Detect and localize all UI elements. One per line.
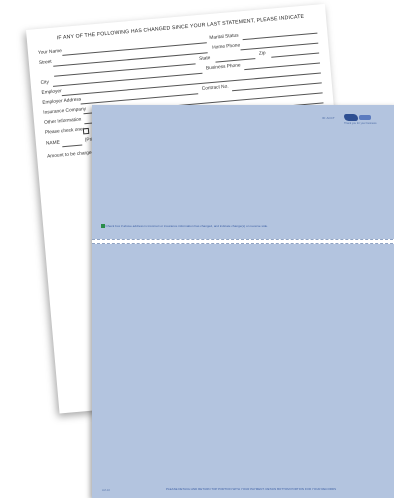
- product-image: IF ANY OF THE FOLLOWING HAS CHANGED SINC…: [0, 0, 394, 498]
- address-change-note: Check box if above address is incorrect …: [101, 224, 268, 228]
- checkbox: [82, 127, 90, 134]
- checkbox-icon: [101, 224, 105, 228]
- zip-label: Zip: [258, 51, 266, 57]
- form-code: LM-10: [102, 488, 110, 492]
- logo-mark-icon: [359, 115, 371, 120]
- statement-header: ID: ACCT Thank you for your business: [322, 114, 392, 132]
- name-label: NAME: [45, 140, 61, 147]
- business-phone-label: Business Phone: [205, 63, 241, 72]
- address-change-text: Check box if above address is incorrect …: [105, 224, 269, 228]
- name-line: [62, 144, 83, 147]
- insurance-company-label: Insurance Company: [43, 107, 87, 116]
- employer-label: Employer: [41, 89, 62, 96]
- amount-charged-label: Amount to be charged: [46, 150, 95, 160]
- home-phone-label: Home Phone: [212, 43, 241, 51]
- please-check-one-label: Please check one:: [44, 127, 85, 136]
- logo-icon: [344, 114, 358, 121]
- other-information-label: Other Information: [43, 117, 82, 126]
- detach-instruction: PLEASE DETACH AND RETURN TOP PORTION WIT…: [166, 487, 337, 491]
- marital-status-label: Marital Status: [209, 33, 239, 42]
- street-label: Street: [38, 59, 52, 66]
- statement-sheet: ID: ACCT Thank you for your business Che…: [92, 105, 394, 498]
- logo-caption: Thank you for your business: [344, 122, 377, 125]
- perforation-line: [92, 239, 394, 244]
- city-label: City: [40, 80, 50, 86]
- state-line: [215, 57, 256, 63]
- state-label: State: [199, 56, 211, 63]
- your-name-label: Your Name: [37, 48, 63, 57]
- contract-no-label: Contract No.: [201, 84, 229, 92]
- account-label: ID: ACCT: [322, 116, 335, 120]
- employer-address-label: Employer Address: [42, 97, 82, 106]
